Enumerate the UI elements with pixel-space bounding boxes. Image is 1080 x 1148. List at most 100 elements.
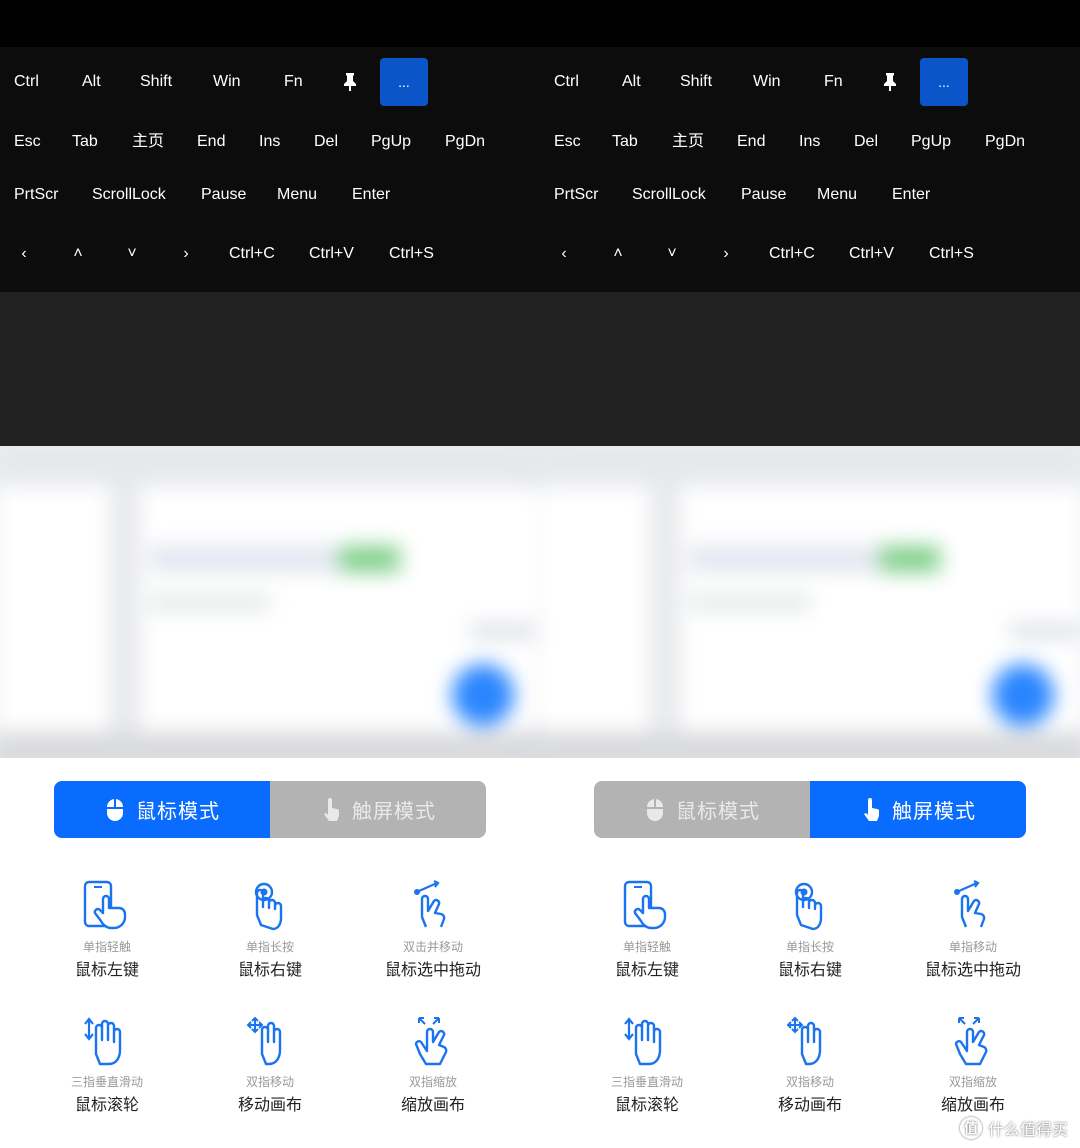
key-tab[interactable]: Tab [72, 132, 98, 152]
key-pause[interactable]: Pause [201, 185, 246, 205]
key-ctrl[interactable]: Ctrl [554, 72, 579, 92]
pin-icon[interactable] [882, 72, 898, 92]
key-enter[interactable]: Enter [352, 185, 390, 205]
key-home[interactable]: 主页 [672, 132, 704, 152]
mouse-icon [647, 798, 663, 821]
mouse-mode-button[interactable]: 鼠标模式 [54, 781, 270, 838]
touch-mode-label: 触屏模式 [892, 799, 976, 823]
key-ctrl-v[interactable]: Ctrl+V [309, 244, 354, 264]
key-scrolllock[interactable]: ScrollLock [632, 185, 706, 205]
key-ctrl-v[interactable]: Ctrl+V [849, 244, 894, 264]
key-arrow-up[interactable]: ˄ [69, 244, 87, 264]
key-del[interactable]: Del [314, 132, 338, 152]
gesture-result: 缩放画布 [400, 1095, 465, 1114]
key-enter[interactable]: Enter [892, 185, 930, 205]
single-tap-phone-icon [83, 880, 127, 930]
mouse-mode-label: 鼠标模式 [676, 799, 760, 823]
key-arrow-up[interactable]: ˄ [609, 244, 627, 264]
mouse-mode-button[interactable]: 鼠标模式 [594, 781, 810, 838]
more-keys-button[interactable]: ... [920, 58, 968, 106]
key-arrow-down[interactable]: ˅ [663, 244, 681, 264]
key-arrow-right[interactable]: › [717, 244, 735, 264]
key-home[interactable]: 主页 [132, 132, 164, 152]
touch-mode-button[interactable]: 触屏模式 [810, 781, 1026, 838]
key-ins[interactable]: Ins [259, 132, 280, 152]
blur-bottom-bar [530, 732, 1080, 758]
touch-mode-button[interactable]: 触屏模式 [270, 781, 486, 838]
key-win[interactable]: Win [213, 72, 241, 92]
gesture-item: 单指轻触 鼠标左键 [567, 879, 727, 980]
keyboard-left: Ctrl Alt Shift Win Fn ... Esc Tab 主页 End… [0, 47, 540, 292]
gesture-result: 鼠标左键 [74, 960, 139, 979]
pin-icon[interactable] [342, 72, 358, 92]
gesture-result: 鼠标选中拖动 [384, 960, 481, 979]
key-ctrl-s[interactable]: Ctrl+S [389, 244, 434, 264]
key-alt[interactable]: Alt [82, 72, 101, 92]
blurred-app-preview [0, 446, 1080, 758]
key-arrow-left[interactable]: ‹ [555, 244, 573, 264]
key-prtscr[interactable]: PrtScr [14, 185, 58, 205]
key-esc[interactable]: Esc [14, 132, 41, 152]
blur-bottom-bar [0, 732, 550, 758]
gesture-item: 单指长按 鼠标右键 [190, 879, 350, 980]
two-finger-move-icon [786, 1016, 822, 1066]
two-finger-move-icon [246, 1016, 282, 1066]
gesture-item: 双指缩放 缩放画布 [893, 1014, 1053, 1115]
key-alt[interactable]: Alt [622, 72, 641, 92]
gesture-result: 鼠标滚轮 [74, 1095, 139, 1114]
key-pgdn[interactable]: PgDn [445, 132, 485, 152]
top-status-bar [0, 0, 1080, 47]
key-pgup[interactable]: PgUp [371, 132, 411, 152]
key-shift[interactable]: Shift [680, 72, 712, 92]
key-fn[interactable]: Fn [284, 72, 303, 92]
key-ctrl-c[interactable]: Ctrl+C [769, 244, 815, 264]
key-pgup[interactable]: PgUp [911, 132, 951, 152]
mouse-mode-label: 鼠标模式 [136, 799, 220, 823]
blur-header [0, 446, 550, 486]
blur-sidebar [650, 486, 680, 736]
gesture-result: 缩放画布 [940, 1095, 1005, 1114]
key-scrolllock[interactable]: ScrollLock [92, 185, 166, 205]
watermark-text: 什么值得买 [987, 1120, 1068, 1139]
gesture-action: 双指移动 [245, 1075, 294, 1089]
gesture-action: 单指轻触 [622, 940, 671, 954]
key-esc[interactable]: Esc [554, 132, 581, 152]
blur-row [470, 624, 540, 638]
key-del[interactable]: Del [854, 132, 878, 152]
gesture-action: 单指轻触 [82, 940, 131, 954]
key-ctrl-s[interactable]: Ctrl+S [929, 244, 974, 264]
gesture-action: 三指垂直滑动 [610, 1075, 683, 1089]
floating-action-button [992, 664, 1054, 726]
pinch-zoom-icon [954, 1017, 988, 1066]
key-shift[interactable]: Shift [140, 72, 172, 92]
key-end[interactable]: End [197, 132, 225, 152]
gesture-action: 单指长按 [785, 940, 834, 954]
more-keys-button[interactable]: ... [380, 58, 428, 106]
key-win[interactable]: Win [753, 72, 781, 92]
key-ctrl[interactable]: Ctrl [14, 72, 39, 92]
key-menu[interactable]: Menu [817, 185, 857, 205]
gesture-action: 单指移动 [948, 940, 997, 954]
blur-row [150, 596, 270, 610]
key-menu[interactable]: Menu [277, 185, 317, 205]
blur-header [530, 446, 1080, 486]
key-ins[interactable]: Ins [799, 132, 820, 152]
key-pgdn[interactable]: PgDn [985, 132, 1025, 152]
key-arrow-down[interactable]: ˅ [123, 244, 141, 264]
key-fn[interactable]: Fn [824, 72, 843, 92]
floating-action-button [452, 664, 514, 726]
key-tab[interactable]: Tab [612, 132, 638, 152]
long-press-icon [254, 882, 283, 931]
key-end[interactable]: End [737, 132, 765, 152]
key-ctrl-c[interactable]: Ctrl+C [229, 244, 275, 264]
key-prtscr[interactable]: PrtScr [554, 185, 598, 205]
touch-hand-icon [324, 797, 339, 821]
gesture-item: 双指缩放 缩放画布 [353, 1014, 513, 1115]
gesture-action: 双指缩放 [948, 1075, 997, 1089]
keyboard-right: Ctrl Alt Shift Win Fn ... Esc Tab 主页 End… [540, 47, 1080, 292]
key-pause[interactable]: Pause [741, 185, 786, 205]
key-arrow-right[interactable]: › [177, 244, 195, 264]
gesture-result: 鼠标右键 [777, 960, 842, 979]
key-arrow-left[interactable]: ‹ [15, 244, 33, 264]
blur-row [1010, 624, 1080, 638]
